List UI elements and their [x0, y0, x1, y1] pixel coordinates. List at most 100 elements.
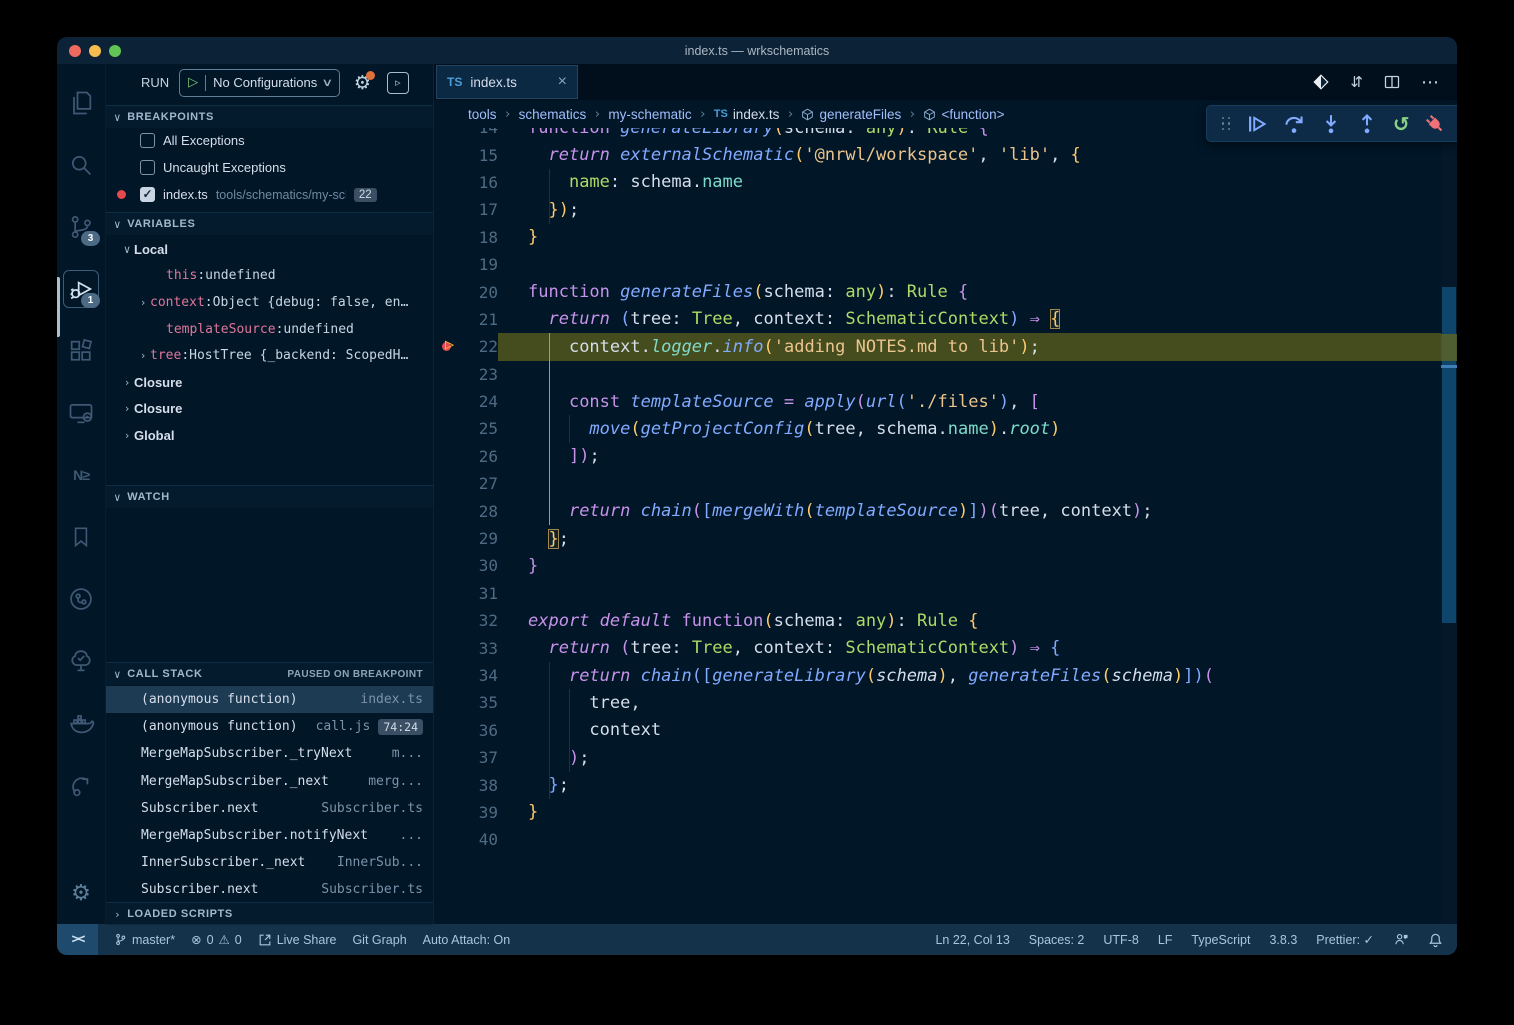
language-mode-item[interactable]: TypeScript [1191, 933, 1250, 947]
variable-row[interactable]: ›Closure [106, 396, 433, 423]
typescript-version-item[interactable]: 3.8.3 [1269, 933, 1297, 947]
git-branch-item[interactable]: master* [114, 932, 175, 947]
start-debug-icon[interactable]: ▷ [188, 75, 198, 90]
variable-row[interactable]: ›Global [106, 422, 433, 449]
breakpoint-gutter[interactable] [434, 525, 464, 552]
call-stack-frame[interactable]: MergeMapSubscriber._tryNextm... [106, 740, 433, 767]
breakpoint-gutter[interactable] [434, 497, 464, 524]
code-line[interactable]: 39} [434, 799, 1457, 826]
step-over-icon[interactable] [1283, 113, 1305, 135]
code-line[interactable]: 32export default function(schema: any): … [434, 607, 1457, 634]
variable-row[interactable]: ›Closure [106, 369, 433, 396]
breakpoint-gutter[interactable] [434, 128, 464, 141]
remote-explorer-icon[interactable] [57, 390, 105, 436]
call-stack-section-header[interactable]: ∨ CALL STACK PAUSED ON BREAKPOINT [106, 662, 433, 685]
format-document-icon[interactable] [1313, 74, 1329, 90]
breakpoint-gutter[interactable] [434, 141, 464, 168]
breakpoint-gutter[interactable] [434, 826, 464, 853]
breakpoint-gutter[interactable] [434, 306, 464, 333]
restart-icon[interactable]: ↺ [1393, 114, 1410, 134]
call-stack-frame[interactable]: (anonymous function)call.js74:24 [106, 713, 433, 740]
code-line[interactable]: 23 [434, 361, 1457, 388]
variable-row[interactable]: this: undefined [106, 263, 433, 290]
debug-console-icon[interactable]: ▹ [387, 72, 409, 94]
code-line[interactable]: 29 }; [434, 525, 1457, 552]
variable-row[interactable]: ∨Local [106, 236, 433, 263]
code-line[interactable]: 20function generateFiles(schema: any): R… [434, 278, 1457, 305]
code-line[interactable]: 34 return chain([generateLibrary(schema)… [434, 662, 1457, 689]
breakpoint-gutter[interactable] [434, 717, 464, 744]
code-line[interactable]: 28 return chain([mergeWith(templateSourc… [434, 497, 1457, 524]
breakpoint-gutter[interactable] [434, 580, 464, 607]
checkbox[interactable]: ✓ [140, 187, 155, 202]
breakpoint-uncaught-exceptions[interactable]: Uncaught Exceptions [106, 154, 433, 181]
breakpoint-gutter[interactable] [434, 634, 464, 661]
call-stack-frame[interactable]: InnerSubscriber._nextInnerSub... [106, 849, 433, 876]
explorer-icon[interactable] [57, 80, 105, 126]
code-line[interactable]: 40 [434, 826, 1457, 853]
variable-row[interactable]: templateSource: undefined [106, 316, 433, 343]
breakpoint-gutter[interactable] [434, 169, 464, 196]
breakpoint-gutter[interactable] [434, 607, 464, 634]
code-line[interactable]: 33 return (tree: Tree, context: Schemati… [434, 634, 1457, 661]
auto-attach-item[interactable]: Auto Attach: On [423, 933, 511, 947]
breadcrumb-item[interactable]: <function> [923, 107, 1004, 122]
git-graph-icon[interactable] [57, 576, 105, 622]
watch-section-header[interactable]: ∨ WATCH [106, 485, 433, 508]
step-into-icon[interactable] [1320, 113, 1342, 135]
launch-configuration-dropdown[interactable]: ▷ No Configurations ∨ [179, 69, 340, 97]
search-icon[interactable] [57, 142, 105, 188]
breadcrumb-item[interactable]: generateFiles [801, 107, 901, 122]
breakpoint-gutter[interactable] [434, 443, 464, 470]
settings-gear-icon[interactable]: ⚙ [57, 870, 105, 916]
feedback-icon[interactable] [1393, 932, 1409, 947]
code-line[interactable]: 35 tree, [434, 689, 1457, 716]
breakpoint-gutter[interactable] [434, 689, 464, 716]
checkbox[interactable] [140, 160, 155, 175]
encoding-item[interactable]: UTF-8 [1103, 933, 1138, 947]
twisty-icon[interactable]: › [136, 349, 150, 362]
prettier-item[interactable]: Prettier: ✓ [1316, 932, 1374, 947]
code-line[interactable]: 31 [434, 580, 1457, 607]
nx-console-icon[interactable]: N≥ [57, 452, 105, 498]
breakpoint-gutter[interactable] [434, 771, 464, 798]
extensions-icon[interactable] [57, 328, 105, 374]
git-graph-item[interactable]: Git Graph [352, 933, 406, 947]
variables-section-header[interactable]: ∨ VARIABLES [106, 212, 433, 235]
docker-icon[interactable] [57, 700, 105, 746]
configure-gear-icon[interactable]: ⚙ [354, 72, 371, 94]
breakpoint-index-ts[interactable]: ✓ index.ts tools/schematics/my-sch... 22 [106, 181, 433, 208]
breakpoint-gutter[interactable] [434, 196, 464, 223]
remote-indicator[interactable]: >< [57, 924, 98, 955]
code-line[interactable]: 15 return externalSchematic('@nrwl/works… [434, 141, 1457, 168]
breakpoint-gutter[interactable] [434, 388, 464, 415]
close-tab-icon[interactable]: × [558, 73, 567, 91]
code-area[interactable]: 14function generateLibrary(schema: any):… [434, 128, 1457, 924]
code-line[interactable]: ▷22 context.logger.info('adding NOTES.md… [434, 333, 1457, 360]
call-stack-frame[interactable]: Subscriber.nextSubscriber.ts [106, 795, 433, 822]
twisty-icon[interactable]: › [120, 376, 134, 389]
live-share-icon[interactable] [57, 762, 105, 808]
step-out-icon[interactable] [1356, 113, 1378, 135]
twisty-icon[interactable]: › [136, 296, 150, 309]
breakpoint-gutter[interactable] [434, 278, 464, 305]
eol-item[interactable]: LF [1158, 933, 1173, 947]
cursor-position-item[interactable]: Ln 22, Col 13 [935, 933, 1009, 947]
problems-item[interactable]: ⊗ 0 ⚠ 0 [191, 932, 242, 947]
twisty-icon[interactable]: › [120, 402, 134, 415]
live-share-item[interactable]: Live Share [258, 933, 337, 947]
scrollbar-track[interactable] [1441, 128, 1457, 924]
breakpoints-section-header[interactable]: ∨ BREAKPOINTS [106, 105, 433, 128]
code-line[interactable]: 36 context [434, 717, 1457, 744]
code-line[interactable]: 18} [434, 224, 1457, 251]
test-tree-icon[interactable] [57, 638, 105, 684]
breakpoint-gutter[interactable] [434, 552, 464, 579]
code-line[interactable]: 30} [434, 552, 1457, 579]
breakpoint-gutter[interactable] [434, 251, 464, 278]
breadcrumb-item[interactable]: TSindex.ts [714, 107, 780, 122]
breakpoint-gutter[interactable] [434, 799, 464, 826]
code-line[interactable]: 37 ); [434, 744, 1457, 771]
code-line[interactable]: 17 }); [434, 196, 1457, 223]
split-editor-icon[interactable] [1384, 74, 1400, 90]
code-line[interactable]: 16 name: schema.name [434, 169, 1457, 196]
